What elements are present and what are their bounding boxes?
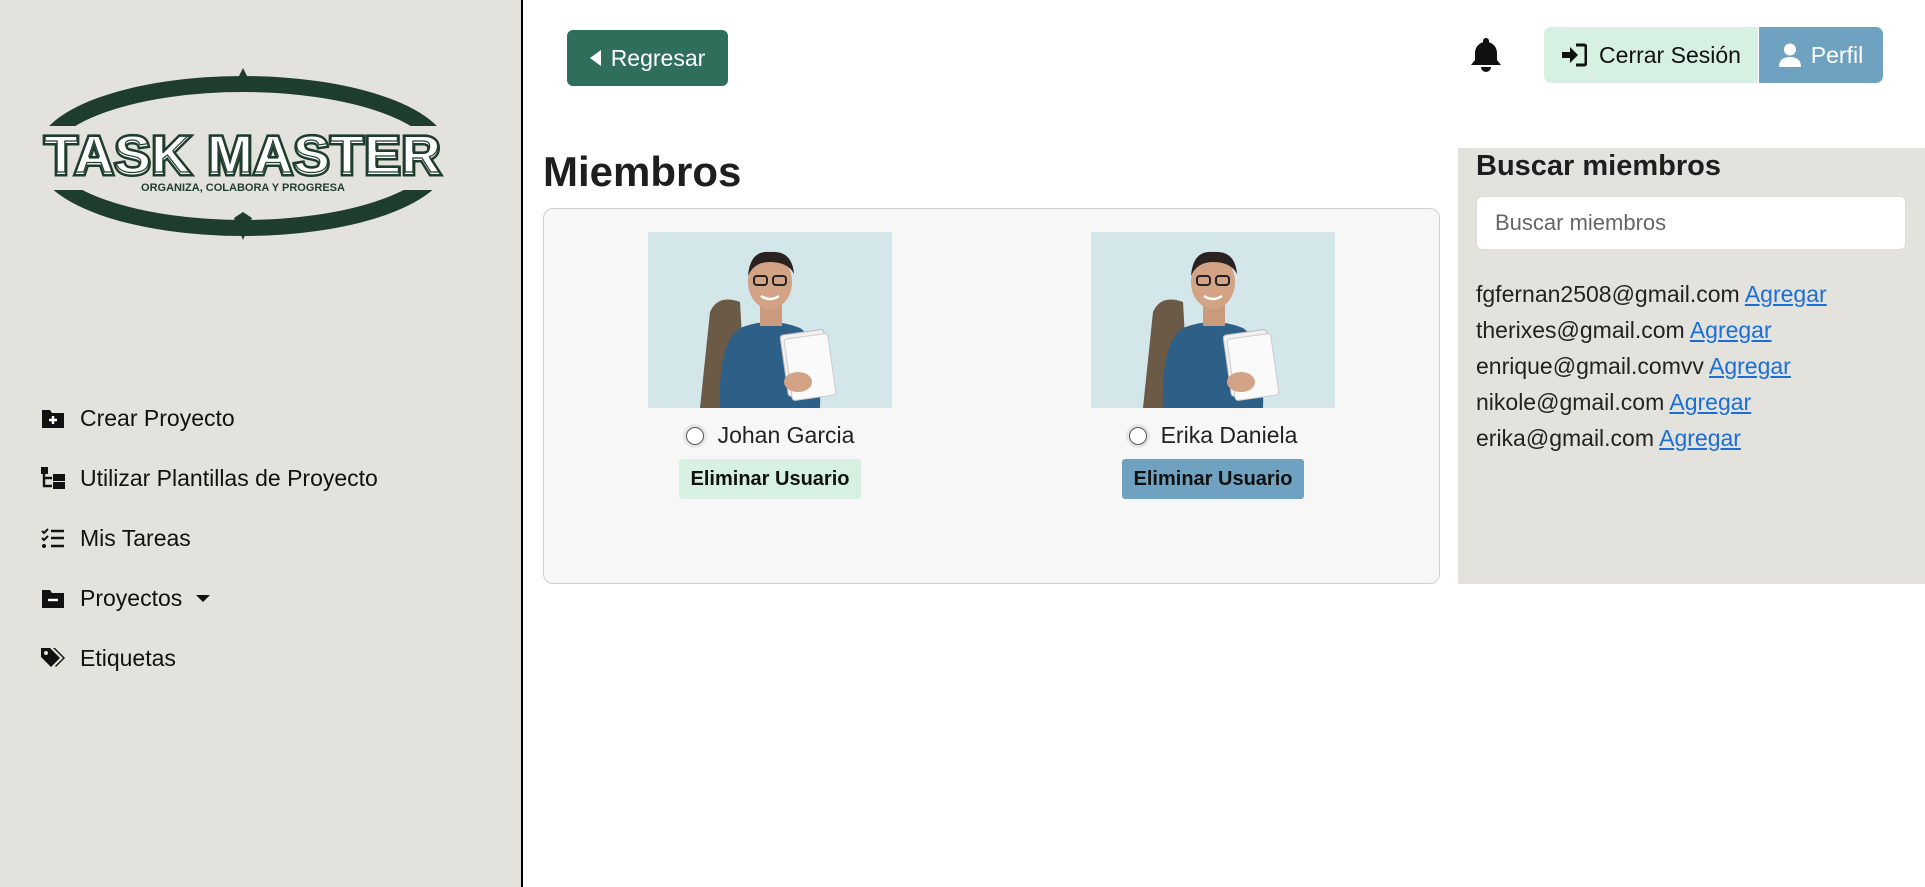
list-item: therixes@gmail.com Agregar bbox=[1476, 312, 1827, 348]
bell-icon[interactable] bbox=[1466, 34, 1506, 74]
folder-minus-icon bbox=[40, 585, 66, 611]
list-item: nikole@gmail.com Agregar bbox=[1476, 384, 1827, 420]
caret-left-icon bbox=[589, 50, 601, 66]
search-results: fgfernan2508@gmail.com Agregar therixes@… bbox=[1476, 276, 1827, 456]
sidebar-item-plantillas[interactable]: Utilizar Plantillas de Proyecto bbox=[40, 448, 378, 508]
result-email: erika@gmail.com bbox=[1476, 425, 1655, 451]
list-item: fgfernan2508@gmail.com Agregar bbox=[1476, 276, 1827, 312]
members-container: Johan Garcia Eliminar Usuario Erika Dani… bbox=[543, 208, 1440, 584]
task-list-icon bbox=[40, 525, 66, 551]
sidebar-item-label: Utilizar Plantillas de Proyecto bbox=[80, 464, 378, 491]
sign-in-icon bbox=[1562, 43, 1588, 67]
result-email: fgfernan2508@gmail.com bbox=[1476, 281, 1740, 307]
member-name: Erika Daniela bbox=[1160, 422, 1298, 448]
add-member-link[interactable]: Agregar bbox=[1690, 317, 1772, 343]
member-radio[interactable] bbox=[685, 426, 704, 445]
member-select-row: Erika Daniela bbox=[1128, 422, 1298, 449]
chevron-down-icon[interactable] bbox=[196, 594, 211, 602]
profile-button-label: Perfil bbox=[1810, 41, 1864, 68]
back-button[interactable]: Regresar bbox=[567, 30, 728, 86]
remove-user-button[interactable]: Eliminar Usuario bbox=[678, 459, 862, 499]
logout-button[interactable]: Cerrar Sesión bbox=[1544, 27, 1758, 83]
profile-button[interactable]: Perfil bbox=[1759, 27, 1883, 83]
member-card: Erika Daniela Eliminar Usuario bbox=[1091, 232, 1335, 499]
search-input[interactable] bbox=[1476, 196, 1906, 250]
task-master-logo: TASK MASTER TASK MASTER ORGANIZA, COLABO… bbox=[34, 68, 452, 240]
page-title: Miembros bbox=[543, 148, 742, 195]
logo-wordmark: TASK MASTER bbox=[45, 124, 442, 184]
search-members-panel: Buscar miembros fgfernan2508@gmail.com A… bbox=[1458, 148, 1925, 584]
member-select-row: Johan Garcia bbox=[685, 422, 855, 449]
template-tree-icon bbox=[40, 465, 66, 491]
result-email: therixes@gmail.com bbox=[1476, 317, 1685, 343]
list-item: erika@gmail.com Agregar bbox=[1476, 420, 1827, 456]
sidebar-item-label: Mis Tareas bbox=[80, 524, 191, 551]
member-radio[interactable] bbox=[1128, 426, 1147, 445]
member-avatar bbox=[1091, 232, 1335, 408]
member-card: Johan Garcia Eliminar Usuario bbox=[648, 232, 892, 499]
add-member-link[interactable]: Agregar bbox=[1745, 281, 1827, 307]
sidebar-item-proyectos[interactable]: Proyectos bbox=[40, 568, 378, 628]
back-button-label: Regresar bbox=[610, 44, 706, 71]
add-member-link[interactable]: Agregar bbox=[1709, 353, 1791, 379]
remove-user-button[interactable]: Eliminar Usuario bbox=[1121, 459, 1305, 499]
sidebar: TASK MASTER TASK MASTER ORGANIZA, COLABO… bbox=[0, 0, 523, 887]
sidebar-item-mis-tareas[interactable]: Mis Tareas bbox=[40, 508, 378, 568]
add-member-link[interactable]: Agregar bbox=[1669, 389, 1751, 415]
sidebar-item-etiquetas[interactable]: Etiquetas bbox=[40, 628, 378, 688]
list-item: enrique@gmail.comvv Agregar bbox=[1476, 348, 1827, 384]
sidebar-item-label: Proyectos bbox=[80, 584, 183, 611]
member-avatar bbox=[648, 232, 892, 408]
add-member-link[interactable]: Agregar bbox=[1659, 425, 1741, 451]
member-name: Johan Garcia bbox=[717, 422, 855, 448]
result-email: nikole@gmail.com bbox=[1476, 389, 1665, 415]
logout-button-label: Cerrar Sesión bbox=[1599, 41, 1741, 68]
svg-text:ORGANIZA, COLABORA Y PROGRESA: ORGANIZA, COLABORA Y PROGRESA bbox=[141, 182, 345, 194]
sidebar-item-label: Etiquetas bbox=[80, 644, 176, 671]
sidebar-item-crear-proyecto[interactable]: Crear Proyecto bbox=[40, 388, 378, 448]
result-email: enrique@gmail.comvv bbox=[1476, 353, 1704, 379]
folder-plus-icon bbox=[40, 405, 66, 431]
search-title: Buscar miembros bbox=[1476, 150, 1721, 182]
sidebar-item-label: Crear Proyecto bbox=[80, 404, 235, 431]
user-icon bbox=[1778, 43, 1801, 67]
tags-icon bbox=[40, 645, 66, 671]
sidebar-nav: Crear Proyecto Utilizar Plantillas de Pr… bbox=[40, 388, 378, 688]
